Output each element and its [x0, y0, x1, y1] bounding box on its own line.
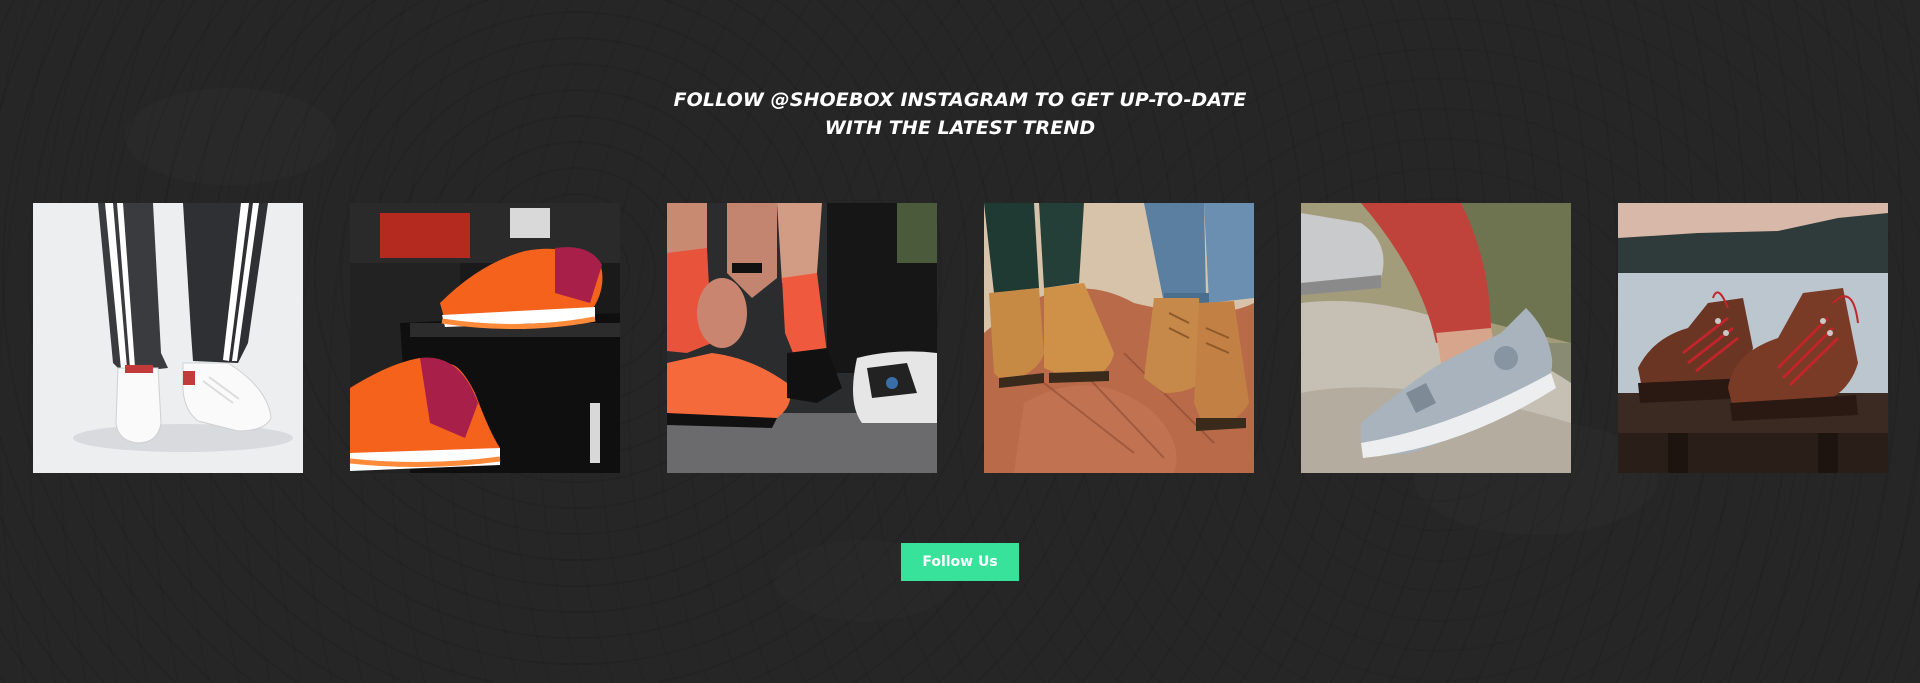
instagram-section: FOLLOW @SHOEBOX INSTAGRAM TO GET UP-TO-D… — [0, 0, 1920, 683]
white-sneakers-track-pants-photo — [33, 203, 303, 473]
gallery-item-6[interactable] — [1618, 203, 1888, 473]
cycling-shoes-red-socks-photo — [667, 203, 937, 473]
follow-us-button[interactable]: Follow Us — [901, 543, 1019, 581]
gallery-item-3[interactable] — [667, 203, 937, 473]
gallery-item-5[interactable] — [1301, 203, 1571, 473]
gallery-item-1[interactable] — [33, 203, 303, 473]
brown-hiking-boots-lake-photo — [1618, 203, 1888, 473]
heading-line-2: WITH THE LATEST TREND — [824, 117, 1096, 139]
grey-hiking-shoe-photo — [1301, 203, 1571, 473]
heading-line-1: FOLLOW @SHOEBOX INSTAGRAM TO GET UP-TO-D… — [673, 89, 1247, 111]
gallery-item-4[interactable] — [984, 203, 1254, 473]
gallery-item-2[interactable] — [350, 203, 620, 473]
orange-running-shoes-display-photo — [350, 203, 620, 473]
instagram-gallery — [33, 203, 1888, 473]
tan-leather-boots-on-rock-photo — [984, 203, 1254, 473]
instagram-heading: FOLLOW @SHOEBOX INSTAGRAM TO GET UP-TO-D… — [0, 86, 1920, 142]
